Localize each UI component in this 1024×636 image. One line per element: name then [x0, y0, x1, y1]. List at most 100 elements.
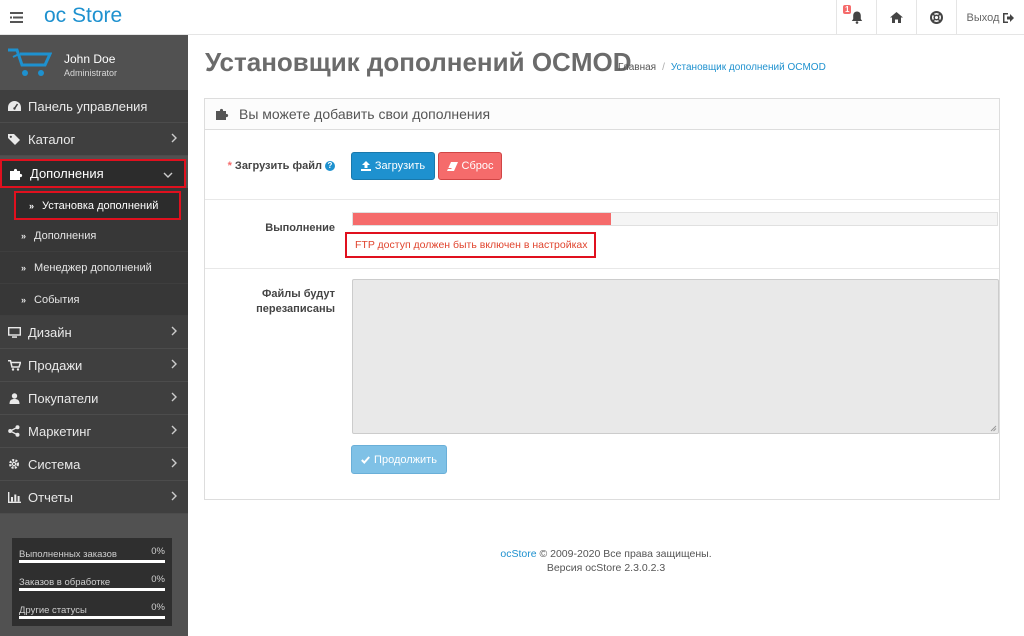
- chevron-right-icon: [171, 326, 177, 336]
- gear-icon: [9, 459, 19, 469]
- stat-progress-bar: [19, 616, 165, 619]
- upload-icon: [360, 161, 371, 171]
- double-chevron-icon: »: [29, 200, 35, 211]
- sidebar-item-label: Каталог: [28, 131, 76, 147]
- sign-out-icon: [1003, 12, 1015, 23]
- submenu-item-events[interactable]: » События: [0, 284, 188, 316]
- chevron-down-icon: [163, 172, 173, 178]
- footer: ocStore © 2009-2020 Все права защищены. …: [188, 547, 1024, 575]
- breadcrumb-home[interactable]: Главная: [618, 62, 656, 73]
- progress-row: Выполнение FTP доступ должен быть включе…: [205, 200, 999, 269]
- chevron-right-icon: [171, 392, 177, 402]
- submenu-item-label: События: [34, 293, 80, 306]
- user-profile[interactable]: John Doe Administrator: [0, 35, 188, 90]
- overwrite-label: Файлы будут перезаписаны: [205, 287, 335, 317]
- shopping-cart-icon: [7, 359, 21, 371]
- double-chevron-icon: »: [21, 230, 27, 241]
- life-ring-icon: [930, 11, 943, 24]
- continue-button-label: Продолжить: [374, 453, 437, 466]
- sidebar-item-design[interactable]: Дизайн: [0, 316, 188, 349]
- logout-label: Выход: [966, 11, 1000, 24]
- breadcrumb-current[interactable]: Установщик дополнений OCMOD: [671, 62, 826, 73]
- upload-label: * Загрузить файл?: [205, 159, 335, 174]
- sidebar-item-extensions[interactable]: Дополнения: [0, 159, 186, 188]
- puzzle-icon: [9, 168, 22, 180]
- home-button[interactable]: [876, 0, 916, 35]
- user-name: John Doe: [64, 52, 116, 66]
- logout-button[interactable]: Выход: [956, 0, 1024, 35]
- sidebar-item-label: Панель управления: [28, 98, 148, 114]
- page-title: Установщик дополнений OCMOD: [205, 47, 632, 77]
- help-button[interactable]: [916, 0, 956, 35]
- sidebar-item-catalog[interactable]: Каталог: [0, 123, 188, 156]
- order-stats: Выполненных заказов 0% Заказов в обработ…: [12, 538, 172, 626]
- reset-button[interactable]: Сброс: [438, 152, 502, 180]
- check-icon: [361, 455, 370, 464]
- overwrite-files-textarea[interactable]: [352, 279, 999, 434]
- header-actions: 1 Выход: [836, 0, 1024, 35]
- stat-other: Другие статусы 0%: [19, 602, 165, 630]
- stat-processing: Заказов в обработке 0%: [19, 574, 165, 602]
- dashboard-icon: [7, 101, 21, 111]
- user-role: Administrator: [64, 68, 118, 78]
- sidebar-item-label: Продажи: [28, 357, 83, 373]
- sidebar-item-dashboard[interactable]: Панель управления: [0, 90, 188, 123]
- submenu-item-installer[interactable]: » Установка дополнений: [14, 191, 181, 220]
- help-icon[interactable]: ?: [325, 161, 335, 172]
- stat-label: Другие статусы: [19, 605, 87, 616]
- menu-toggle-button[interactable]: [0, 0, 33, 35]
- submenu-item-label: Установка дополнений: [42, 199, 159, 212]
- logo[interactable]: oc Store: [44, 4, 122, 28]
- submenu-item-modifications[interactable]: » Менеджер дополнений: [0, 252, 188, 284]
- tags-icon: [7, 133, 20, 145]
- continue-button[interactable]: Продолжить: [351, 445, 447, 474]
- submenu-item-extensions[interactable]: » Дополнения: [0, 220, 188, 252]
- sidebar: John Doe Administrator Панель управления…: [0, 35, 188, 636]
- top-header: oc Store 1 Выход: [0, 0, 1024, 35]
- notification-badge: 1: [843, 5, 852, 14]
- breadcrumb: Главная / Установщик дополнений OCMOD: [618, 62, 826, 73]
- overwrite-row: Файлы будут перезаписаны: [205, 269, 999, 499]
- upload-button-label: Загрузить: [374, 160, 426, 172]
- overwrite-label-line2: перезаписаны: [256, 303, 335, 315]
- sidebar-item-label: Маркетинг: [28, 423, 92, 439]
- stat-value: 0%: [151, 546, 165, 557]
- upload-label-text: Загрузить файл: [234, 160, 322, 172]
- required-marker: *: [227, 160, 232, 172]
- chevron-right-icon: [171, 425, 177, 435]
- notifications-button[interactable]: 1: [836, 0, 876, 35]
- chevron-right-icon: [171, 458, 177, 468]
- stat-progress-bar: [19, 560, 165, 563]
- install-progress-bar: [352, 212, 998, 226]
- stat-value: 0%: [151, 602, 165, 613]
- sidebar-item-reports[interactable]: Отчеты: [0, 481, 188, 514]
- sidebar-item-marketing[interactable]: Маркетинг: [0, 415, 188, 448]
- upload-button[interactable]: Загрузить: [351, 152, 435, 180]
- sidebar-item-label: Дополнения: [30, 166, 104, 181]
- sidebar-item-sales[interactable]: Продажи: [0, 349, 188, 382]
- user-icon: [9, 392, 19, 404]
- footer-brand-link[interactable]: ocStore: [500, 548, 536, 560]
- sidebar-item-system[interactable]: Система: [0, 448, 188, 481]
- bell-icon: [851, 11, 862, 24]
- sidebar-item-label: Отчеты: [28, 489, 73, 505]
- double-chevron-icon: »: [21, 294, 27, 305]
- sidebar-item-customers[interactable]: Покупатели: [0, 382, 188, 415]
- footer-version: Версия ocStore 2.3.0.2.3: [546, 562, 666, 574]
- cart-avatar-icon: [8, 48, 52, 76]
- stat-label: Выполненных заказов: [19, 549, 117, 560]
- chevron-right-icon: [171, 491, 177, 501]
- logo-oc: oc: [44, 4, 67, 27]
- progress-fill: [353, 213, 611, 225]
- monitor-icon: [7, 326, 21, 338]
- bar-chart-icon: [7, 491, 21, 503]
- progress-label: Выполнение: [265, 222, 335, 234]
- breadcrumb-separator: /: [662, 62, 665, 73]
- submenu-item-label: Дополнения: [34, 229, 97, 242]
- upload-row: * Загрузить файл? Загрузить Сброс: [205, 130, 999, 200]
- footer-copyright: © 2009-2020 Все права защищены.: [539, 548, 712, 560]
- resize-grip-icon[interactable]: [990, 425, 997, 432]
- panel-heading: Вы можете добавить свои дополнения: [205, 99, 999, 130]
- puzzle-icon: [216, 108, 229, 120]
- sidebar-item-label: Покупатели: [28, 390, 99, 406]
